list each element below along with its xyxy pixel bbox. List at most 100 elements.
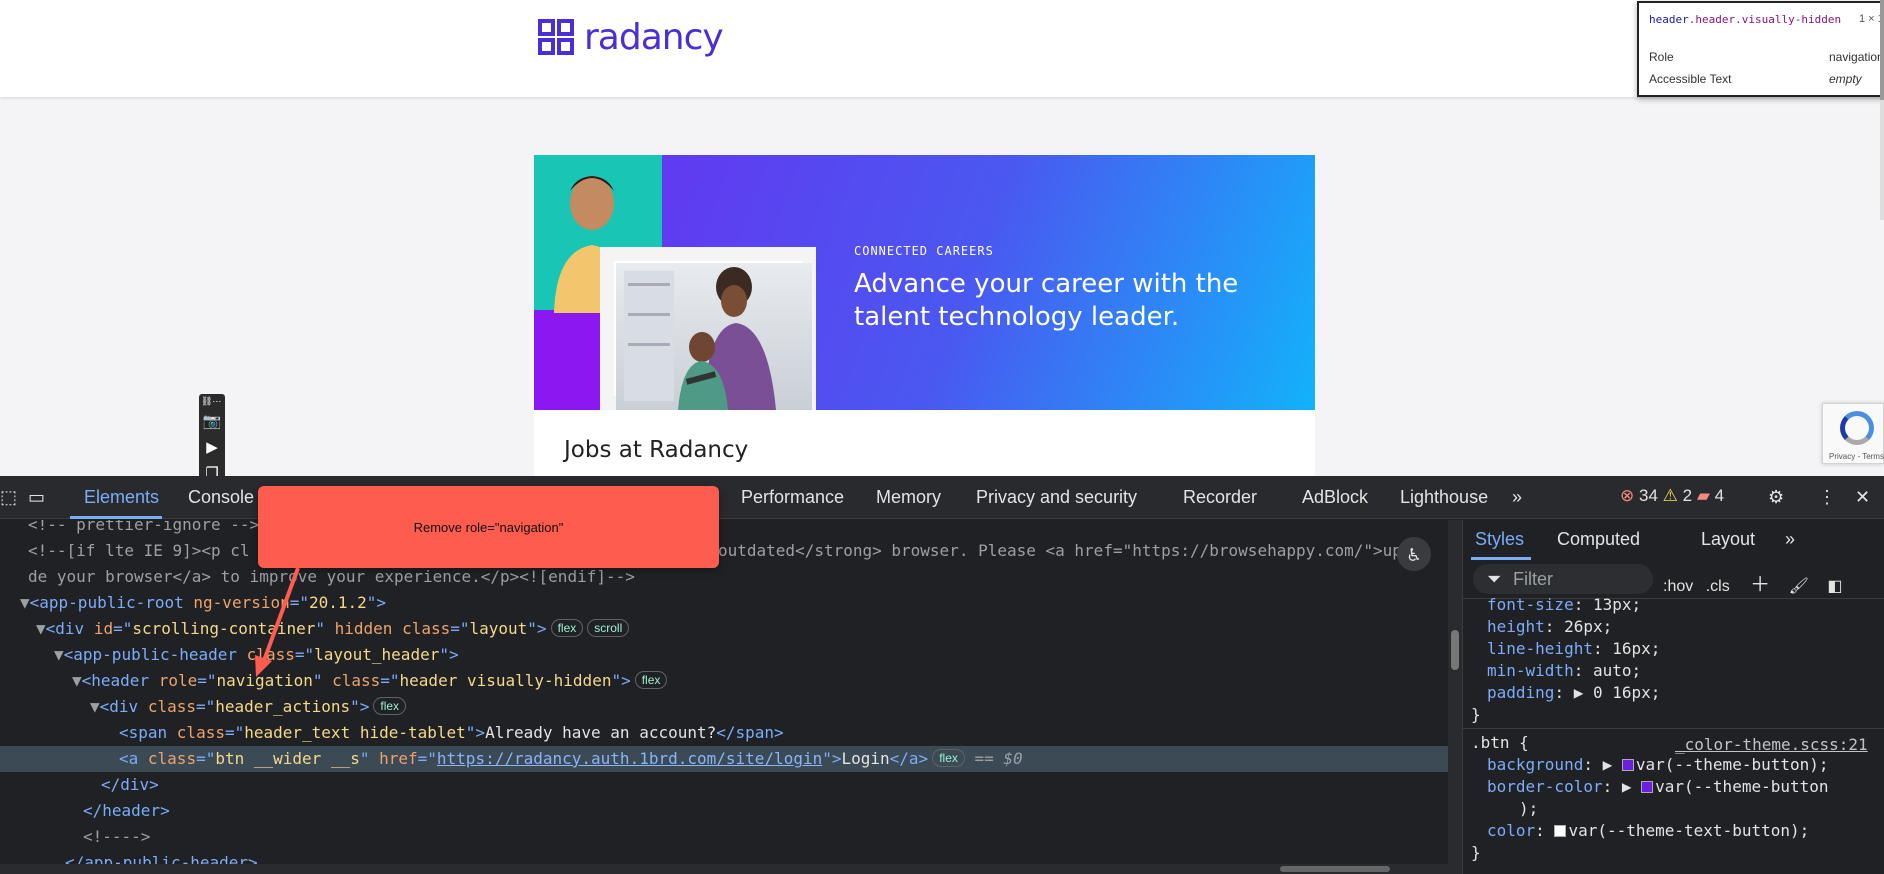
style-decl[interactable]: height: 26px; — [1487, 616, 1612, 638]
cls-toggle[interactable]: .cls — [1706, 578, 1730, 595]
active-tab-indicator — [70, 516, 162, 519]
rule-source-link[interactable]: _color-theme.scss:21 — [1675, 734, 1868, 756]
color-swatch[interactable] — [1554, 825, 1567, 837]
filter-icon: ⏷ — [1487, 569, 1502, 589]
styles-toolbar: :hov .cls ＋ 🖌 ◧ — [1663, 568, 1843, 597]
login-href-link[interactable]: https://radancy.auth.1brd.com/site/login — [437, 749, 822, 768]
dom-closing-header[interactable]: </header> — [83, 798, 170, 824]
active-styles-indicator — [1471, 557, 1531, 560]
style-decl[interactable]: color: var(--theme-text-button); — [1487, 820, 1809, 842]
flex-badge[interactable]: flex — [634, 671, 668, 689]
recaptcha-links[interactable]: Privacy - Terms — [1829, 452, 1884, 461]
tab-memory[interactable]: Memory — [876, 487, 941, 508]
settings-gear-icon[interactable]: ⚙ — [1768, 487, 1784, 508]
tab-elements[interactable]: Elements — [84, 487, 159, 508]
recaptcha-icon — [1840, 411, 1874, 445]
error-count: 34 — [1638, 486, 1658, 505]
logo-mark-icon — [538, 18, 576, 57]
btn-rule-selector[interactable]: .btn { — [1471, 732, 1529, 754]
flex-badge[interactable]: flex — [550, 619, 584, 637]
add-rule-icon[interactable]: ＋ — [1750, 574, 1770, 596]
issue-counters[interactable]: ⊗ 34 ⚠ 2 ▰ 4 — [1620, 486, 1724, 506]
styles-tab-bar: Styles Computed Layout » — [1463, 520, 1884, 560]
logo-text: radancy — [584, 17, 724, 58]
more-panes-icon[interactable]: » — [1785, 529, 1795, 550]
page-scrollbar[interactable] — [1880, 0, 1884, 220]
issue-icon: ▰ — [1696, 486, 1710, 505]
dom-comment-line[interactable]: outdated</strong> browser. Please <a hre… — [718, 538, 1431, 564]
tab-lighthouse[interactable]: Lighthouse — [1400, 487, 1488, 508]
styles-filter-input[interactable]: ⏷ Filter — [1473, 564, 1653, 594]
dom-node-app-root[interactable]: ▼<app-public-root ng-version="20.1.2"> — [20, 590, 386, 616]
style-decl[interactable]: line-height: 16px; — [1487, 638, 1660, 660]
tab-computed[interactable]: Computed — [1557, 529, 1640, 550]
inspect-element-icon[interactable]: ⬚ — [0, 487, 17, 508]
dom-comment-line[interactable]: <!--[if lte IE 9]><p cl — [28, 538, 250, 564]
flex-badge[interactable]: flex — [373, 697, 407, 715]
style-decl[interactable]: background: ▶ var(--theme-button); — [1487, 754, 1829, 776]
dom-node-app-public-header[interactable]: ▼<app-public-header class="layout_header… — [54, 642, 459, 668]
screenshot-root: radancy header.header.visually-hidden 1 … — [0, 0, 1884, 874]
color-swatch[interactable] — [1641, 781, 1654, 793]
style-decl[interactable]: min-width: auto; — [1487, 660, 1641, 682]
tooltip-role-value: navigation — [1829, 50, 1884, 64]
warning-icon: ⚠ — [1662, 486, 1678, 505]
warning-count: 2 — [1682, 486, 1693, 505]
dom-comment-line[interactable]: <!-- prettier-ignore --> — [28, 520, 259, 538]
tab-styles[interactable]: Styles — [1475, 529, 1524, 550]
dom-closing-div[interactable]: </div> — [101, 772, 159, 798]
style-decl[interactable]: border-color: ▶ var(--theme-button — [1487, 776, 1829, 798]
tooltip-role-label: Role — [1649, 50, 1674, 64]
style-decl-wrap: ); — [1519, 799, 1539, 818]
tooltip-selector: header.header.visually-hidden — [1649, 13, 1842, 26]
rule-close: } — [1471, 705, 1481, 724]
tab-layout[interactable]: Layout — [1701, 529, 1755, 550]
dom-comment-line[interactable]: <!----> — [83, 824, 150, 850]
video-icon[interactable]: ▶ — [202, 438, 222, 458]
toggle-sidebar-icon[interactable]: ◧ — [1827, 578, 1842, 595]
banner-headline: Advance your career with the talent tech… — [854, 269, 1239, 332]
tab-performance[interactable]: Performance — [741, 487, 844, 508]
dom-horizontal-scrollbar[interactable] — [0, 864, 1448, 874]
tab-console[interactable]: Console — [188, 487, 254, 508]
scroll-badge[interactable]: scroll — [587, 619, 630, 637]
styles-pane: Styles Computed Layout » ⏷ Filter :hov .c… — [1462, 520, 1884, 874]
annotation-text: Remove role="navigation" — [413, 520, 564, 535]
dom-tree: <!-- prettier-ignore --> <!--[if lte IE … — [0, 520, 1448, 874]
website-viewport: radancy header.header.visually-hidden 1 … — [0, 0, 1884, 476]
style-decl[interactable]: padding: ▶ 0 16px; — [1487, 682, 1660, 704]
link-icon[interactable]: ⛓⋯ — [201, 396, 221, 407]
rule-close: } — [1471, 843, 1481, 862]
dom-node-login-link-selected[interactable]: <a class="btn __wider __s" href="https:/… — [0, 746, 1448, 772]
annotation-callout: Remove role="navigation" — [258, 486, 719, 568]
accessibility-icon[interactable]: ♿ — [1397, 537, 1431, 571]
banner-photo — [534, 155, 830, 410]
style-decl[interactable]: font-size: 13px; — [1487, 594, 1641, 616]
office-photo — [616, 263, 812, 410]
inspect-tooltip: header.header.visually-hidden 1 × 1 Role… — [1637, 1, 1884, 97]
recaptcha-badge[interactable]: Privacy - Terms — [1822, 403, 1884, 464]
flex-badge[interactable]: flex — [932, 749, 965, 767]
tab-privacy-security[interactable]: Privacy and security — [976, 487, 1137, 508]
dom-node-header-actions[interactable]: ▼<div class="header_actions"> flex — [90, 694, 407, 720]
tab-adblock[interactable]: AdBlock — [1302, 487, 1368, 508]
color-swatch[interactable] — [1621, 759, 1634, 771]
dom-node-span[interactable]: <span class="header_text hide-tablet">Al… — [119, 720, 784, 746]
device-toolbar-icon[interactable]: ▭ — [28, 487, 45, 508]
tooltip-accessible-label: Accessible Text — [1649, 72, 1732, 86]
error-icon: ⊗ — [1620, 486, 1635, 505]
dom-scrollbar[interactable] — [1448, 520, 1462, 874]
issue-count: 4 — [1714, 486, 1725, 505]
radancy-logo[interactable]: radancy — [538, 17, 724, 58]
tooltip-accessible-value: empty — [1829, 72, 1862, 86]
more-options-icon[interactable]: ⋮ — [1818, 487, 1836, 508]
hov-toggle[interactable]: :hov — [1663, 578, 1693, 595]
paint-brush-icon[interactable]: 🖌 — [1789, 578, 1809, 595]
banner-eyebrow: CONNECTED CAREERS — [854, 244, 994, 258]
camera-icon[interactable]: 📷 — [202, 412, 222, 432]
more-tabs-icon[interactable]: » — [1512, 487, 1522, 508]
tab-recorder[interactable]: Recorder — [1183, 487, 1257, 508]
dom-node-header[interactable]: ▼<header role="navigation" class="header… — [72, 668, 668, 694]
close-devtools-icon[interactable]: ✕ — [1855, 487, 1870, 508]
dom-node-scrolling-container[interactable]: ▼<div id="scrolling-container" hidden cl… — [36, 616, 630, 642]
